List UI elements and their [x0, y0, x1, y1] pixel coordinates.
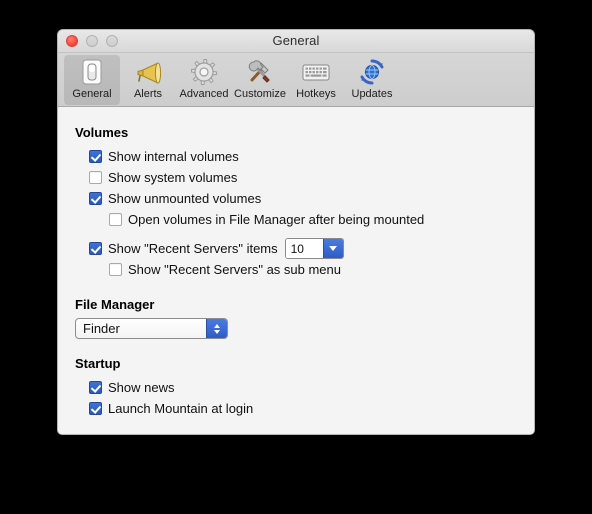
checkbox-label: Show news — [108, 380, 175, 395]
window-titlebar: General — [58, 30, 534, 53]
toolbar-item-customize[interactable]: Customize — [232, 55, 288, 105]
toolbar-item-updates[interactable]: Updates — [344, 55, 400, 105]
chevron-up-down-icon[interactable] — [206, 319, 227, 338]
chevron-down-icon[interactable] — [322, 239, 343, 258]
toolbar-item-label: Hotkeys — [296, 88, 336, 100]
checkbox-show-unmounted-volumes[interactable] — [89, 192, 102, 205]
hammer-wrench-icon — [244, 57, 276, 87]
checkbox-label: Show "Recent Servers" items — [108, 241, 278, 256]
checkbox-row-open-volumes-in-file-manager[interactable]: Open volumes in File Manager after being… — [58, 209, 534, 230]
toolbar-item-label: General — [72, 88, 112, 100]
checkbox-label: Show internal volumes — [108, 149, 239, 164]
file-manager-selected-value: Finder — [83, 321, 120, 336]
checkbox-label: Open volumes in File Manager after being… — [128, 212, 425, 227]
checkbox-show-system-volumes[interactable] — [89, 171, 102, 184]
window-title: General — [272, 33, 320, 48]
checkbox-row-show-recent-servers-items[interactable]: Show "Recent Servers" items 10 — [58, 238, 534, 259]
toolbar-item-label: Updates — [351, 88, 393, 100]
toolbar-item-alerts[interactable]: Alerts — [120, 55, 176, 105]
file-manager-popup-button[interactable]: Finder — [75, 318, 228, 339]
toolbar-item-hotkeys[interactable]: Hotkeys — [288, 55, 344, 105]
toolbar-item-general[interactable]: General — [64, 55, 120, 105]
checkbox-launch-at-login[interactable] — [89, 402, 102, 415]
checkbox-row-show-news[interactable]: Show news — [58, 377, 534, 398]
toolbar-item-advanced[interactable]: Advanced — [176, 55, 232, 105]
update-globe-icon — [356, 57, 388, 87]
checkbox-row-show-unmounted-volumes[interactable]: Show unmounted volumes — [58, 188, 534, 209]
checkbox-label: Launch Mountain at login — [108, 401, 254, 416]
keyboard-icon — [300, 57, 332, 87]
checkbox-row-show-recent-servers-as-sub-menu[interactable]: Show "Recent Servers" as sub menu — [58, 259, 399, 280]
preferences-window: General General Alerts Advanced Customiz… — [57, 29, 535, 435]
checkbox-show-news[interactable] — [89, 381, 102, 394]
checkbox-show-internal-volumes[interactable] — [89, 150, 102, 163]
checkbox-label: Show unmounted volumes — [108, 191, 262, 206]
preferences-content: Volumes Show internal volumes Show syste… — [58, 107, 534, 434]
checkbox-row-show-internal-volumes[interactable]: Show internal volumes — [58, 146, 534, 167]
section-title-startup: Startup — [75, 356, 121, 371]
checkbox-show-recent-servers-items[interactable] — [89, 242, 102, 255]
preferences-toolbar: General Alerts Advanced Customize Hotkey… — [58, 53, 534, 107]
checkbox-open-volumes-in-file-manager[interactable] — [109, 213, 122, 226]
checkbox-show-recent-servers-as-sub-menu[interactable] — [109, 263, 122, 276]
recent-servers-count-value[interactable]: 10 — [285, 239, 323, 258]
toolbar-item-label: Advanced — [179, 88, 229, 100]
screen-root: General General Alerts Advanced Customiz… — [0, 0, 592, 514]
section-title-file-manager: File Manager — [75, 297, 155, 312]
section-title-volumes: Volumes — [75, 125, 129, 140]
toolbar-item-label: Alerts — [133, 88, 163, 100]
checkbox-row-show-system-volumes[interactable]: Show system volumes — [58, 167, 534, 188]
checkbox-row-launch-at-login[interactable]: Launch Mountain at login — [58, 398, 534, 419]
recent-servers-count-combobox[interactable]: 10 — [284, 238, 344, 259]
megaphone-icon — [132, 57, 164, 87]
checkbox-label: Show system volumes — [108, 170, 238, 185]
switch-icon — [76, 57, 108, 87]
checkbox-label: Show "Recent Servers" as sub menu — [128, 262, 341, 277]
toolbar-item-label: Customize — [234, 88, 286, 100]
gear-icon — [188, 57, 220, 87]
